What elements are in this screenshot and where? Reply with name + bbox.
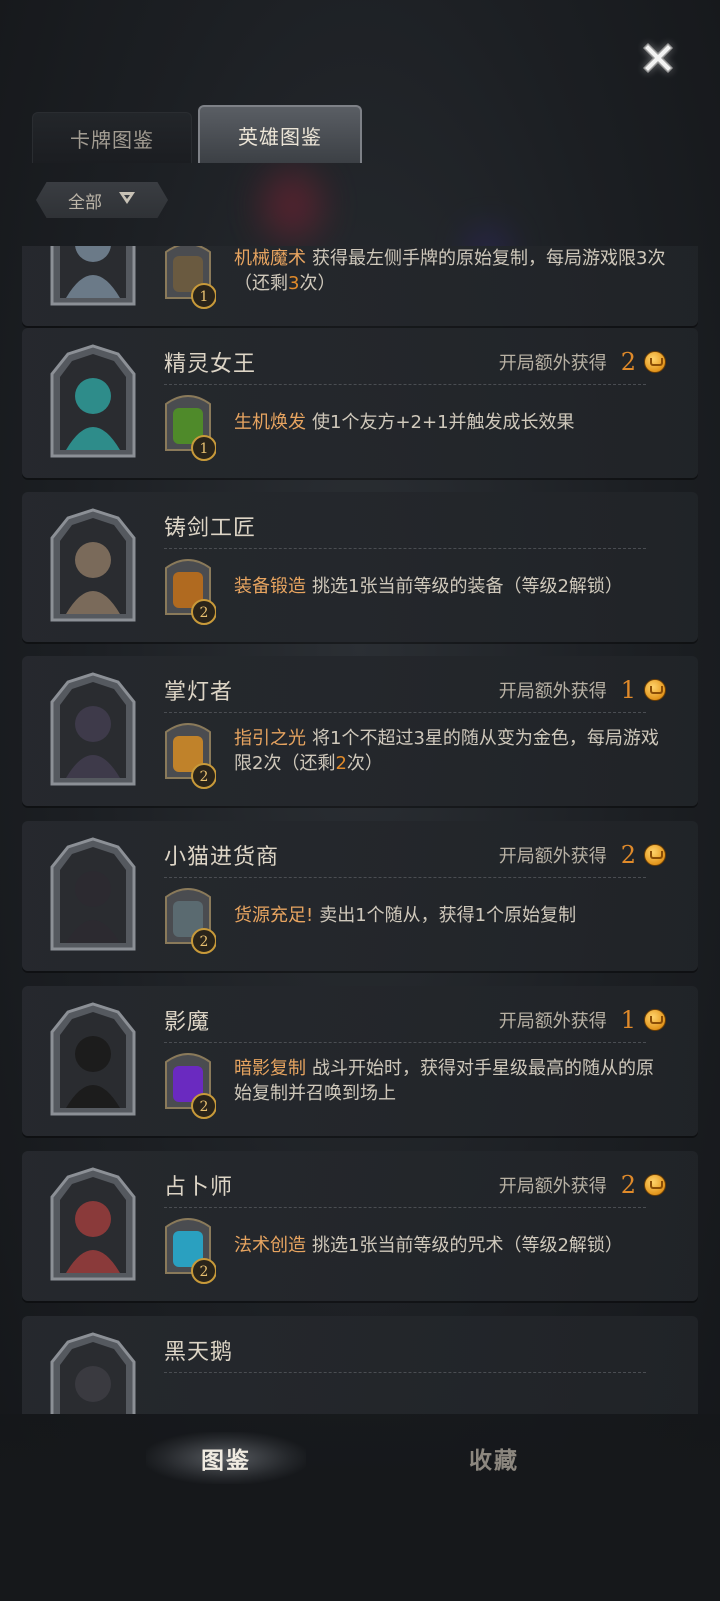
skill-level-label: 2 bbox=[200, 1264, 209, 1280]
hero-card[interactable]: 1 机械魔术 获得最左侧手牌的原始复制，每局游戏限3次（还剩3次） bbox=[22, 246, 698, 326]
close-button[interactable] bbox=[636, 38, 680, 82]
bottom-nav-bar bbox=[0, 1414, 720, 1601]
divider bbox=[164, 1207, 646, 1208]
skill-desc-tail: 次） bbox=[346, 753, 383, 774]
nav-collection-button[interactable]: 收藏 bbox=[414, 1432, 574, 1484]
tab-bar: 卡牌图鉴 英雄图鉴 bbox=[32, 104, 362, 163]
skill-name: 生机焕发 bbox=[234, 412, 306, 433]
hero-card[interactable]: 影魔 开局额外获得 1 2 暗影复制 战斗开始时，获得对手星级最高的随从的原始复制… bbox=[22, 986, 698, 1136]
start-bonus: 开局额外获得 1 bbox=[499, 676, 666, 704]
skill-level-label: 1 bbox=[200, 441, 209, 457]
hero-card[interactable]: 占卜师 开局额外获得 2 2 法术创造 挑选1张当前等级的咒术（等级2解锁） bbox=[22, 1151, 698, 1301]
skill-desc-text: 卖出1个随从，获得1个原始复制 bbox=[319, 905, 577, 926]
start-bonus-label: 开局额外获得 bbox=[498, 681, 607, 702]
hero-portrait bbox=[46, 837, 140, 953]
start-bonus-value: 2 bbox=[620, 348, 636, 376]
skill-name: 指引之光 bbox=[234, 728, 306, 749]
skill-icon: 1 bbox=[160, 246, 217, 310]
gold-coin-icon bbox=[644, 679, 666, 701]
divider bbox=[164, 712, 646, 713]
close-icon bbox=[638, 38, 678, 82]
hero-card[interactable]: 小猫进货商 开局额外获得 2 2 货源充足! 卖出1个随从，获得1个原始复制 bbox=[22, 821, 698, 971]
skill-description: 装备锻造 挑选1张当前等级的装备（等级2解锁） bbox=[234, 574, 668, 599]
hero-name: 铸剑工匠 bbox=[164, 516, 257, 541]
gold-coin-icon bbox=[644, 844, 666, 866]
skill-icon: 2 bbox=[160, 1215, 217, 1285]
skill-desc-highlight: 2 bbox=[335, 753, 347, 774]
divider bbox=[164, 384, 646, 385]
skill-description: 指引之光 将1个不超过3星的随从变为金色，每局游戏限2次（还剩2次） bbox=[234, 726, 668, 776]
hero-name: 黑天鹅 bbox=[164, 1340, 234, 1365]
hero-portrait bbox=[46, 1002, 140, 1118]
dropdown-triangle-icon bbox=[118, 190, 136, 210]
divider bbox=[164, 877, 646, 878]
hero-portrait bbox=[46, 246, 140, 308]
skill-icon: 2 bbox=[160, 885, 217, 955]
filter-dropdown[interactable]: 全部 bbox=[36, 182, 168, 218]
start-bonus: 开局额外获得 2 bbox=[499, 348, 666, 376]
skill-description: 货源充足! 卖出1个随从，获得1个原始复制 bbox=[234, 903, 668, 928]
hero-card[interactable]: 铸剑工匠 2 装备锻造 挑选1张当前等级的装备（等级2解锁） bbox=[22, 492, 698, 642]
skill-level-label: 2 bbox=[200, 1099, 209, 1115]
start-bonus-label: 开局额外获得 bbox=[498, 1176, 607, 1197]
hero-name: 精灵女王 bbox=[164, 352, 257, 377]
skill-icon: 2 bbox=[160, 1050, 217, 1120]
hero-portrait bbox=[46, 344, 140, 460]
skill-description: 机械魔术 获得最左侧手牌的原始复制，每局游戏限3次（还剩3次） bbox=[234, 246, 668, 296]
hero-card[interactable]: 精灵女王 开局额外获得 2 1 生机焕发 使1个友方+2+1并触发成长效果 bbox=[22, 328, 698, 478]
gold-coin-icon bbox=[644, 1009, 666, 1031]
hero-card[interactable]: 掌灯者 开局额外获得 1 2 指引之光 将1个不超过3星的随从变为金色，每局游戏限… bbox=[22, 656, 698, 806]
skill-description: 法术创造 挑选1张当前等级的咒术（等级2解锁） bbox=[234, 1233, 668, 1258]
hero-portrait bbox=[46, 1167, 140, 1283]
hero-portrait bbox=[46, 1332, 140, 1414]
skill-level-label: 2 bbox=[200, 605, 209, 621]
start-bonus-value: 2 bbox=[620, 1171, 636, 1199]
hero-list[interactable]: 1 机械魔术 获得最左侧手牌的原始复制，每局游戏限3次（还剩3次） 精灵女王 开局… bbox=[22, 246, 698, 1414]
gold-coin-icon bbox=[644, 1174, 666, 1196]
skill-icon: 2 bbox=[160, 556, 217, 626]
hero-name: 影魔 bbox=[164, 1010, 211, 1035]
hero-portrait bbox=[46, 508, 140, 624]
filter-label: 全部 bbox=[68, 192, 102, 213]
gold-coin-icon bbox=[644, 351, 666, 373]
start-bonus: 开局额外获得 2 bbox=[499, 1171, 666, 1199]
start-bonus-value: 2 bbox=[620, 841, 636, 869]
skill-level-label: 2 bbox=[200, 934, 209, 950]
skill-description: 暗影复制 战斗开始时，获得对手星级最高的随从的原始复制并召唤到场上 bbox=[234, 1056, 668, 1106]
skill-icon: 2 bbox=[160, 720, 217, 790]
skill-desc-highlight: 3 bbox=[288, 273, 300, 294]
start-bonus-label: 开局额外获得 bbox=[498, 353, 607, 374]
skill-desc-text: 挑选1张当前等级的装备（等级2解锁） bbox=[312, 576, 623, 597]
tab-card-codex[interactable]: 卡牌图鉴 bbox=[32, 112, 192, 163]
skill-name: 暗影复制 bbox=[234, 1058, 306, 1079]
skill-desc-text: 使1个友方+2+1并触发成长效果 bbox=[312, 412, 575, 433]
skill-desc-tail: 次） bbox=[299, 273, 336, 294]
start-bonus: 开局额外获得 2 bbox=[499, 841, 666, 869]
hero-name: 小猫进货商 bbox=[164, 845, 280, 870]
skill-name: 机械魔术 bbox=[234, 248, 306, 269]
start-bonus: 开局额外获得 1 bbox=[499, 1006, 666, 1034]
start-bonus-label: 开局额外获得 bbox=[498, 846, 607, 867]
divider bbox=[164, 1372, 646, 1373]
divider bbox=[164, 548, 646, 549]
hero-name: 掌灯者 bbox=[164, 680, 234, 705]
skill-level-label: 2 bbox=[200, 769, 209, 785]
start-bonus-value: 1 bbox=[620, 676, 636, 704]
skill-name: 装备锻造 bbox=[234, 576, 306, 597]
skill-name: 法术创造 bbox=[234, 1235, 306, 1256]
start-bonus-value: 1 bbox=[620, 1006, 636, 1034]
hero-card[interactable]: 黑天鹅 bbox=[22, 1316, 698, 1414]
skill-desc-text: 挑选1张当前等级的咒术（等级2解锁） bbox=[312, 1235, 623, 1256]
skill-name: 货源充足! bbox=[234, 905, 314, 926]
start-bonus-label: 开局额外获得 bbox=[498, 1011, 607, 1032]
skill-description: 生机焕发 使1个友方+2+1并触发成长效果 bbox=[234, 410, 668, 435]
divider bbox=[164, 1042, 646, 1043]
hero-name: 占卜师 bbox=[164, 1175, 234, 1200]
nav-codex-button[interactable]: 图鉴 bbox=[146, 1432, 306, 1484]
skill-icon: 1 bbox=[160, 392, 217, 462]
skill-level-label: 1 bbox=[200, 289, 209, 305]
tab-hero-codex[interactable]: 英雄图鉴 bbox=[198, 105, 362, 163]
hero-portrait bbox=[46, 672, 140, 788]
